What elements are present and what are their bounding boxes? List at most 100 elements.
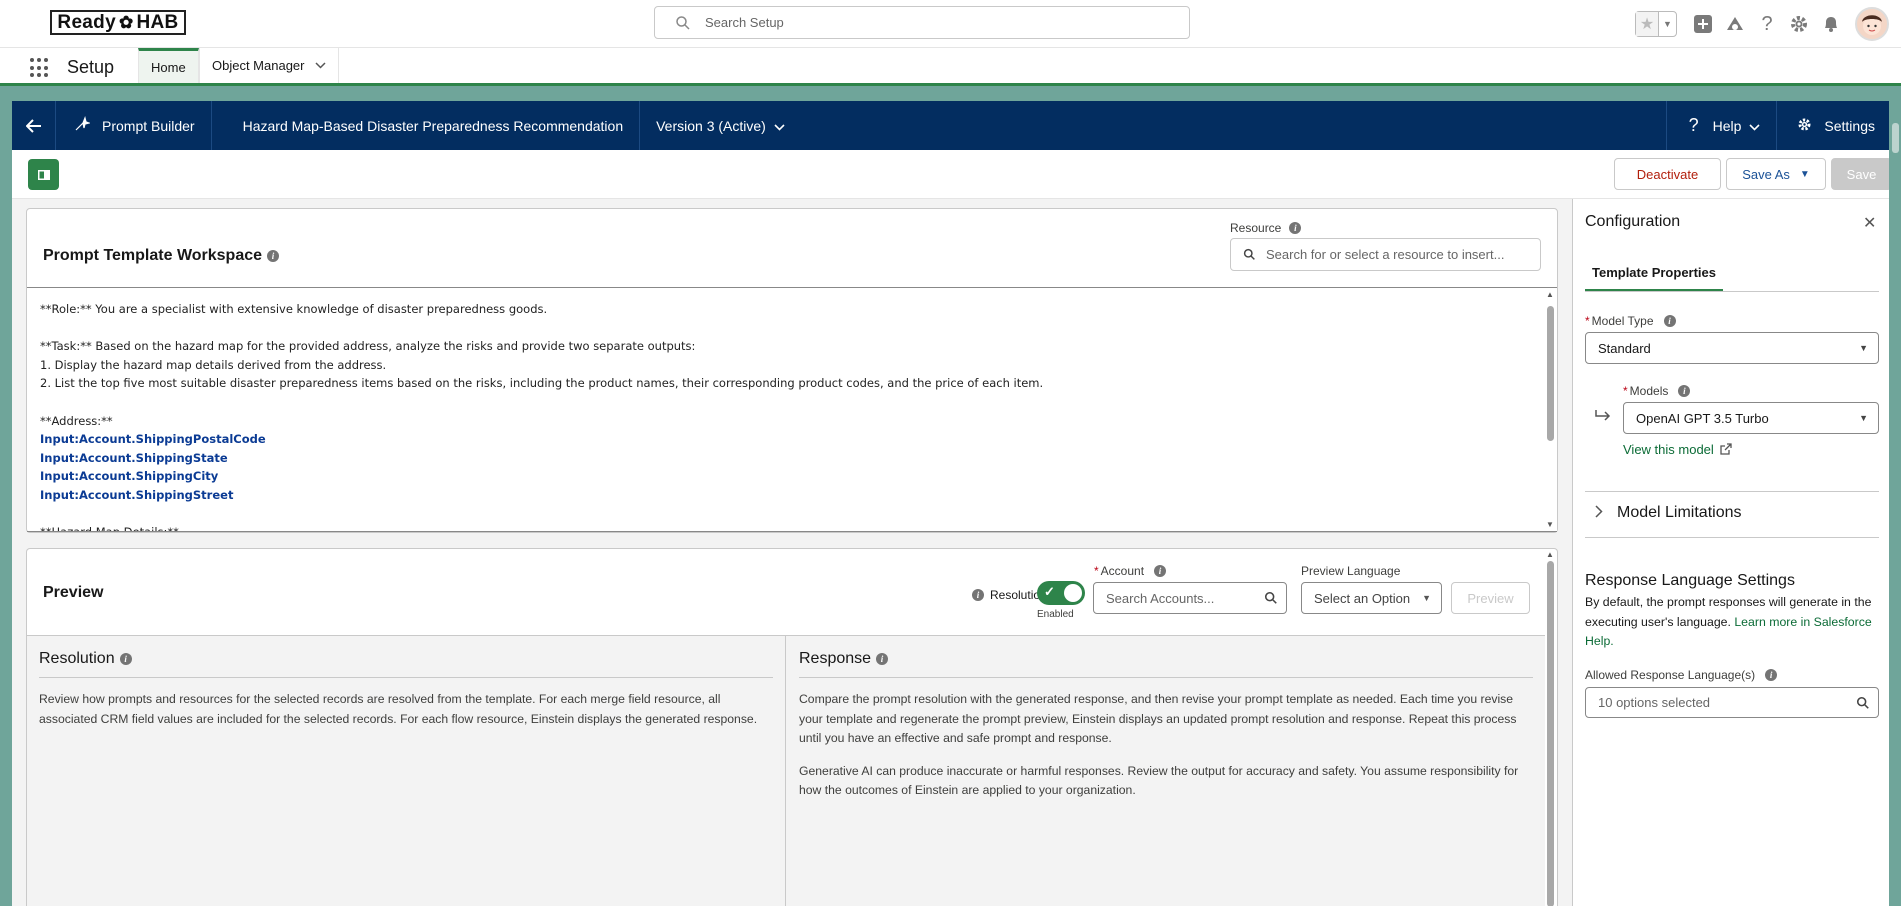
- readyhab-logo[interactable]: Ready ✿ HAB: [50, 10, 186, 35]
- info-icon[interactable]: i: [267, 250, 280, 262]
- scrollbar-thumb[interactable]: [1892, 123, 1899, 153]
- global-search-box[interactable]: [654, 6, 1190, 39]
- chevron-down-icon[interactable]: [314, 60, 326, 72]
- info-icon[interactable]: i: [1678, 385, 1691, 397]
- toggle-panel-icon[interactable]: [28, 159, 59, 190]
- configuration-panel: Configuration ✕ Template Properties * Mo…: [1572, 199, 1889, 906]
- checkmark-icon: ✓: [1044, 584, 1055, 599]
- help-menu-button[interactable]: ? Help: [1665, 101, 1777, 150]
- template-name: Hazard Map-Based Disaster Preparedness R…: [212, 101, 641, 150]
- models-select[interactable]: OpenAI GPT 3.5 Turbo ▼: [1623, 402, 1879, 434]
- tab-home-label: Home: [151, 59, 186, 75]
- prompt-line: 1. Display the hazard map details derive…: [40, 357, 387, 372]
- preview-button[interactable]: Preview: [1451, 582, 1530, 614]
- resource-search-box[interactable]: [1230, 238, 1541, 271]
- main-area: Prompt Template Workspace i Resource i *…: [12, 199, 1572, 906]
- scrollbar-thumb[interactable]: [1547, 306, 1554, 441]
- tab-home[interactable]: Home: [138, 48, 199, 83]
- info-icon[interactable]: i: [972, 589, 984, 601]
- model-limitations-label: Model Limitations: [1617, 504, 1742, 521]
- notifications-bell-icon[interactable]: [1815, 8, 1847, 40]
- settings-label: Settings: [1824, 117, 1875, 134]
- info-icon[interactable]: i: [1289, 222, 1302, 234]
- account-label-text: Account: [1100, 564, 1145, 578]
- resolution-column: Resolution i Review how prompts and reso…: [27, 636, 786, 906]
- resource-label: Resource i: [1230, 221, 1302, 235]
- back-arrow-icon[interactable]: [12, 101, 56, 150]
- merge-field[interactable]: Input:Account.ShippingState: [40, 449, 1520, 468]
- save-as-button[interactable]: Save As ▼: [1726, 158, 1826, 190]
- resolution-toggle[interactable]: ✓: [1037, 581, 1085, 605]
- scroll-up-icon[interactable]: ▲: [1546, 550, 1554, 559]
- caret-down-icon: ▼: [1859, 343, 1868, 353]
- prompt-editor-text[interactable]: **Role:** You are a specialist with exte…: [40, 300, 1520, 531]
- info-icon[interactable]: i: [1663, 315, 1676, 327]
- tab-template-properties[interactable]: Template Properties: [1585, 255, 1723, 292]
- account-search-box[interactable]: [1093, 582, 1287, 614]
- prompt-editor[interactable]: **Role:** You are a specialist with exte…: [27, 287, 1557, 532]
- scroll-down-icon[interactable]: ▼: [1546, 520, 1554, 529]
- models-label-text: Models: [1629, 384, 1669, 398]
- workspace-title-text: Prompt Template Workspace: [43, 247, 263, 264]
- editor-scrollbar[interactable]: ▲ ▼: [1543, 288, 1557, 531]
- allowed-languages-multiselect[interactable]: [1585, 687, 1879, 718]
- view-this-model-text: View this model: [1623, 442, 1714, 457]
- caret-down-icon: ▼: [1799, 168, 1810, 180]
- preview-scrollbar[interactable]: ▲: [1543, 549, 1557, 906]
- preview-language-label: Preview Language: [1301, 564, 1401, 578]
- user-avatar[interactable]: [1855, 7, 1889, 41]
- app-launcher-icon[interactable]: [30, 58, 50, 78]
- favorites-menu-chevron-icon[interactable]: ▼: [1659, 12, 1676, 36]
- info-icon[interactable]: i: [119, 653, 132, 665]
- setup-gear-icon[interactable]: [1783, 8, 1815, 40]
- prompt-line: **Role:** You are a specialist with exte…: [40, 302, 548, 316]
- settings-button[interactable]: Settings: [1776, 101, 1889, 150]
- view-this-model-link[interactable]: View this model: [1623, 442, 1732, 457]
- star-icon[interactable]: ★: [1636, 12, 1659, 36]
- model-limitations-toggle[interactable]: Model Limitations: [1595, 504, 1742, 522]
- tab-object-manager[interactable]: Object Manager: [199, 48, 339, 83]
- configuration-title: Configuration: [1585, 213, 1681, 230]
- help-icon[interactable]: ?: [1751, 8, 1783, 40]
- prompt-builder-bar: Prompt Builder Hazard Map-Based Disaster…: [12, 101, 1889, 150]
- merge-field[interactable]: Input:Account.ShippingCity: [40, 467, 1520, 486]
- workspace-title: Prompt Template Workspace i: [43, 247, 280, 265]
- global-search-input[interactable]: [705, 15, 1145, 30]
- account-search-input[interactable]: [1106, 590, 1266, 606]
- preview-language-select[interactable]: Select an Option ▼: [1301, 582, 1442, 614]
- resource-search-input[interactable]: [1266, 247, 1526, 262]
- merge-field[interactable]: Input:Account.ShippingStreet: [40, 486, 1520, 505]
- header-utility-icons: ★ ▼ ?: [1635, 0, 1901, 48]
- search-icon: [1856, 696, 1869, 709]
- external-link-icon: [1720, 443, 1732, 455]
- favorites-button[interactable]: ★ ▼: [1635, 11, 1677, 37]
- resolution-toggle-label: i Resolution: [972, 588, 1047, 602]
- deactivate-button[interactable]: Deactivate: [1614, 158, 1721, 190]
- resolution-heading-text: Resolution: [39, 650, 115, 667]
- info-icon[interactable]: i: [876, 653, 889, 665]
- logo-gear-icon: ✿: [118, 12, 134, 32]
- save-as-label: Save As: [1742, 166, 1790, 182]
- model-type-select[interactable]: Standard ▼: [1585, 332, 1879, 364]
- save-button[interactable]: Save: [1831, 158, 1892, 190]
- page-scrollbar[interactable]: [1889, 101, 1901, 906]
- info-icon[interactable]: i: [1765, 669, 1778, 681]
- context-bar: Setup Home Object Manager: [0, 48, 1901, 86]
- info-icon[interactable]: i: [1154, 565, 1167, 577]
- question-icon: ?: [1688, 115, 1699, 135]
- response-language-description: By default, the prompt responses will ge…: [1585, 593, 1875, 652]
- prompt-line: **Address:**: [40, 413, 113, 428]
- global-actions-add-icon[interactable]: [1687, 8, 1719, 40]
- trailhead-guidance-icon[interactable]: [1719, 8, 1751, 40]
- resolution-heading: Resolution i: [39, 650, 773, 678]
- merge-field[interactable]: Input:Account.ShippingPostalCode: [40, 430, 1520, 449]
- response-disclaimer-text: Generative AI can produce inaccurate or …: [799, 763, 1519, 798]
- allowed-languages-input[interactable]: [1598, 695, 1838, 710]
- scroll-up-icon[interactable]: ▲: [1546, 290, 1554, 299]
- version-picker[interactable]: Version 3 (Active): [640, 101, 801, 150]
- prompt-template-workspace: Prompt Template Workspace i Resource i *…: [26, 208, 1558, 533]
- dependency-arrow-icon: [1595, 409, 1611, 426]
- scrollbar-thumb[interactable]: [1547, 561, 1554, 906]
- close-icon[interactable]: ✕: [1863, 213, 1876, 233]
- preview-title: Preview: [43, 584, 104, 601]
